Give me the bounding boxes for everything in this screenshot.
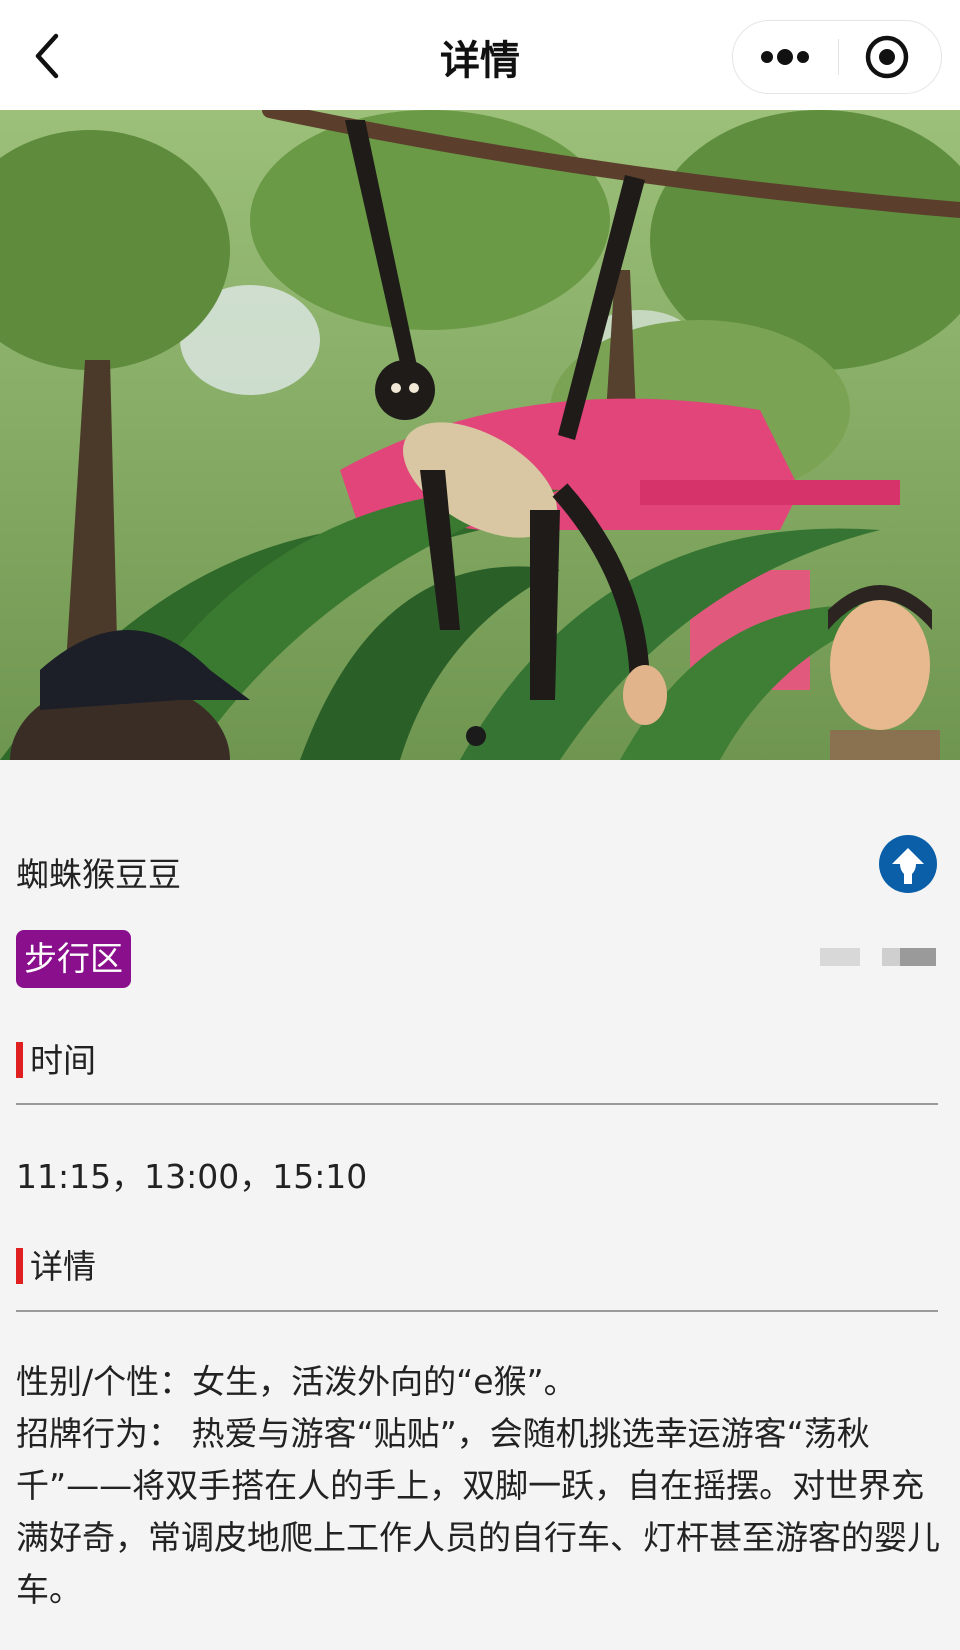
time-section-heading: 时间	[16, 1034, 96, 1082]
back-button[interactable]	[30, 32, 70, 80]
blurred-indicator	[882, 948, 900, 966]
target-icon	[865, 35, 909, 79]
detail-section-heading: 详情	[16, 1240, 96, 1288]
section-accent-bar	[16, 1042, 23, 1078]
chevron-left-icon	[35, 33, 59, 79]
more-dots-icon	[761, 49, 809, 65]
share-up-button[interactable]	[878, 834, 938, 894]
detail-line: 招牌行为： 热爱与游客“贴贴”，会随机挑选幸运游客“荡秋千”——将双手搭在人的手…	[16, 1414, 940, 1609]
divider	[16, 1310, 938, 1312]
area-tag: 步行区	[16, 930, 131, 988]
animal-name: 蜘蛛猴豆豆	[16, 855, 181, 894]
hero-image-carousel[interactable]	[0, 110, 960, 760]
detail-heading-label: 详情	[30, 1247, 96, 1286]
arrow-up-circle-icon	[879, 835, 937, 893]
spider-monkey-photo	[0, 110, 960, 760]
detail-description: 性别/个性：女生，活泼外向的“e猴”。 招牌行为： 热爱与游客“贴贴”，会随机挑…	[16, 1356, 946, 1616]
section-accent-bar	[16, 1248, 23, 1284]
divider	[16, 1103, 938, 1105]
more-button[interactable]	[733, 21, 837, 93]
carousel-indicator-dot[interactable]	[466, 726, 486, 746]
show-times: 11:15，13:00，15:10	[16, 1157, 368, 1196]
blurred-indicator	[820, 948, 860, 966]
navigation-bar: 详情	[0, 0, 960, 110]
time-heading-label: 时间	[30, 1041, 96, 1080]
close-miniprogram-button[interactable]	[839, 21, 943, 93]
mini-program-capsule	[732, 20, 942, 94]
detail-line: 性别/个性：女生，活泼外向的“e猴”。	[16, 1362, 577, 1401]
